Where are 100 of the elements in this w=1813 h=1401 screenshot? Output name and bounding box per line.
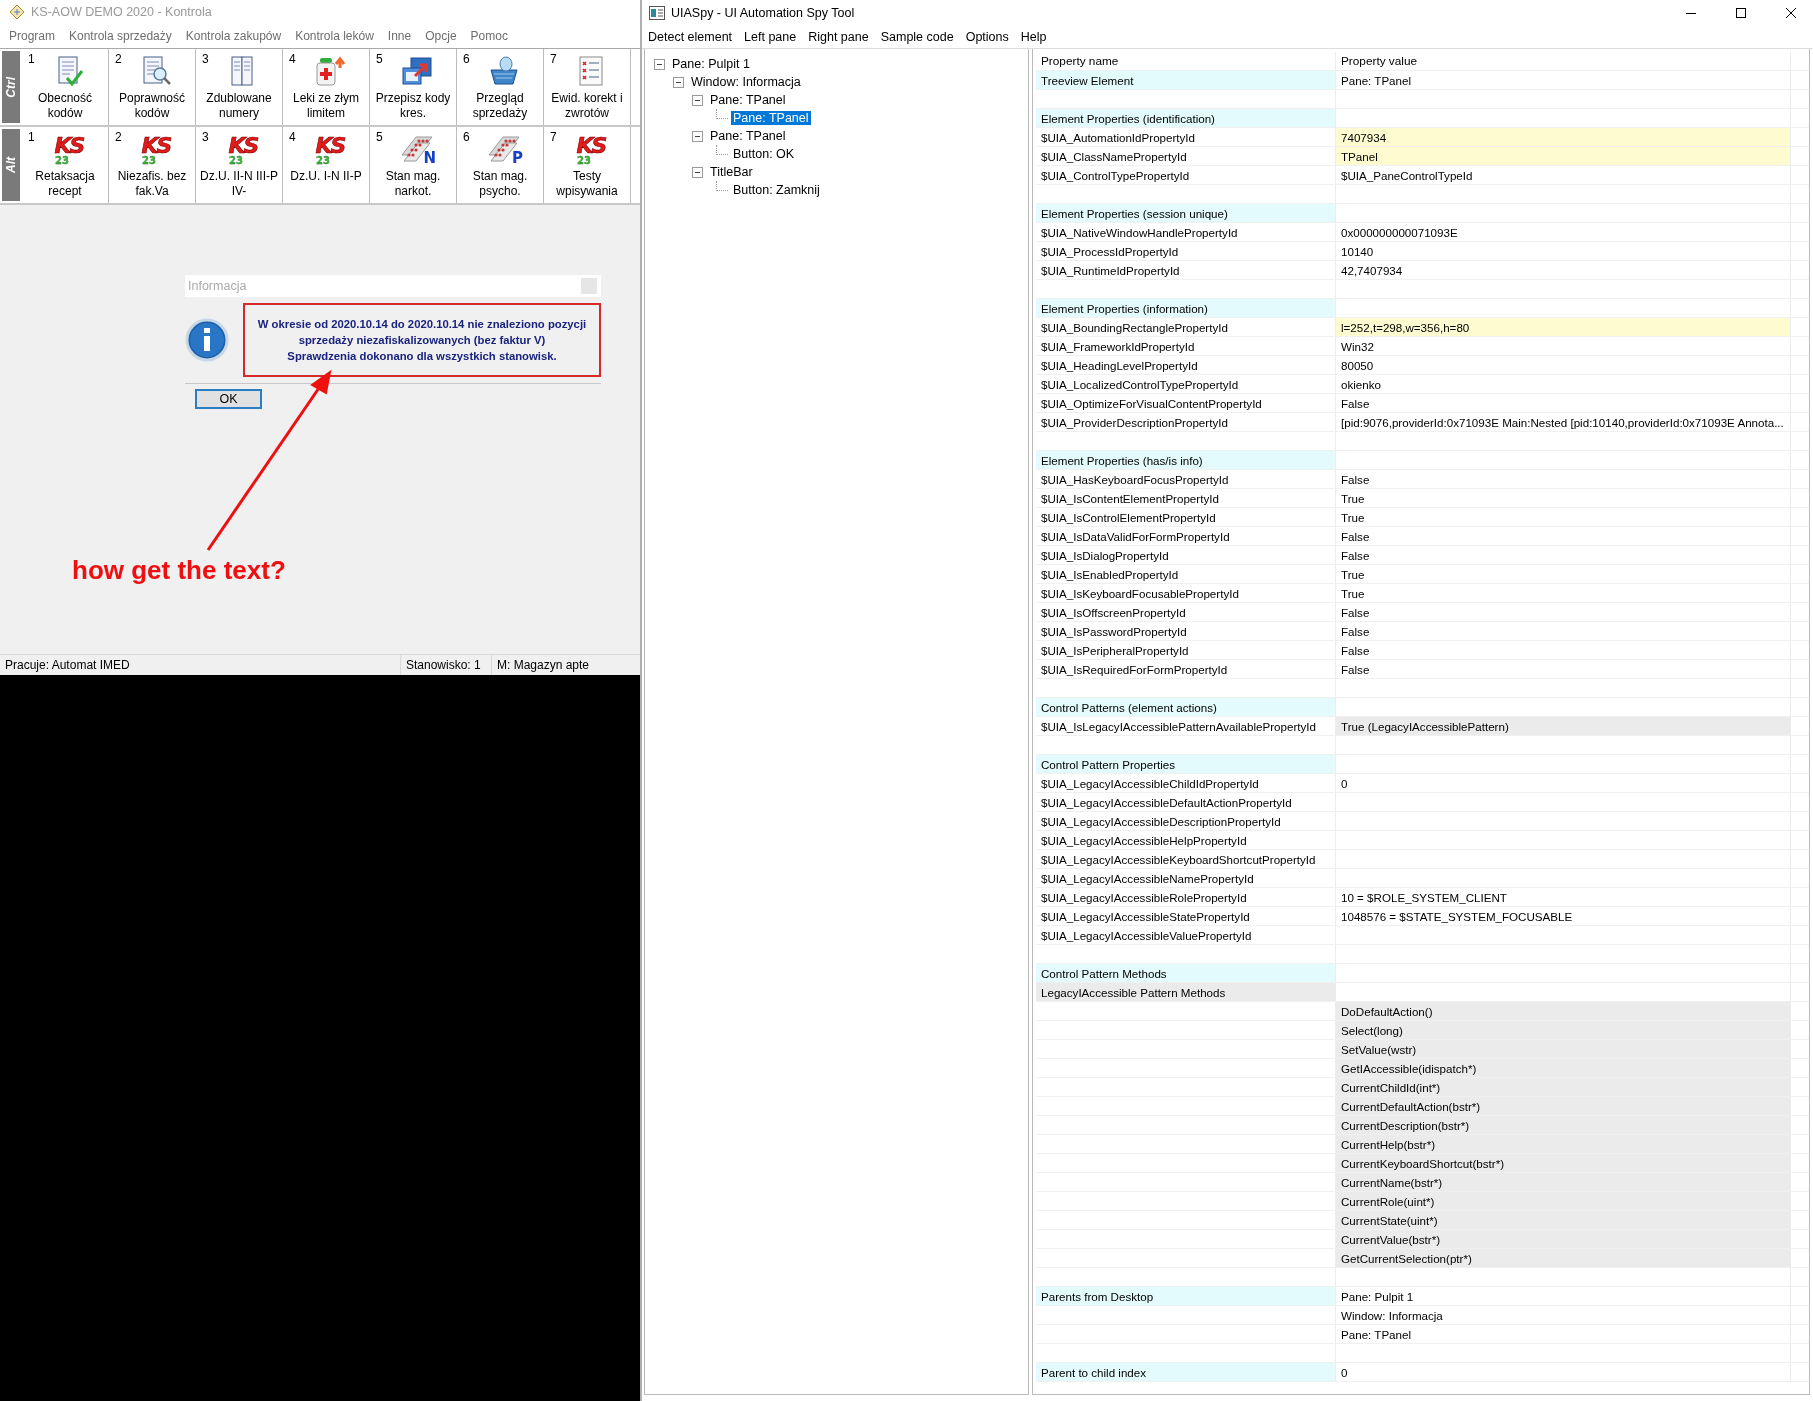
property-name: $UIA_LegacyIAccessibleChildIdPropertyId [1036, 774, 1336, 792]
section-header: Element Properties (has/is info) [1036, 451, 1336, 469]
logo-number: 23 [229, 154, 243, 166]
message-text: Sprawdzenia dokonano dla wszystkich stanowisk. [287, 349, 557, 364]
shortcut-number: 2 [115, 130, 122, 144]
property-value: 80050 [1336, 356, 1791, 374]
menu-item[interactable]: Left pane [738, 30, 803, 44]
ok-button[interactable]: OK [195, 389, 262, 409]
property-name: $UIA_IsDataValidForFormPropertyId [1036, 527, 1336, 545]
property-value: False [1336, 641, 1791, 659]
property-name: $UIA_IsKeyboardFocusablePropertyId [1036, 584, 1336, 602]
menu-item[interactable]: Kontrola zakupów [178, 29, 289, 43]
column-header[interactable]: Property name [1036, 52, 1336, 70]
property-value: False [1336, 660, 1791, 678]
shortcut-number: 3 [202, 52, 209, 66]
shortcut-number: 3 [202, 130, 209, 144]
property-value: Win32 [1336, 337, 1791, 355]
tree-item[interactable]: Window: Informacja [689, 75, 803, 89]
property-name: $UIA_LegacyIAccessibleDefaultActionPropertyId [1036, 793, 1336, 811]
property-value: True (LegacyIAccessiblePattern) [1336, 717, 1791, 735]
collapse-toggle[interactable] [654, 58, 665, 70]
section-header: Element Properties (session unique) [1036, 204, 1336, 222]
shortcut-number: 6 [463, 52, 470, 66]
icon-letter: N [423, 149, 436, 167]
menu-item[interactable]: Inne [380, 29, 419, 43]
method-name: Select(long) [1336, 1021, 1791, 1039]
menu-item[interactable]: Sample code [874, 30, 960, 44]
menu-item[interactable]: Kontrola leków [288, 29, 381, 43]
shortcut-number: 5 [376, 130, 383, 144]
method-name: CurrentState(uint*) [1336, 1211, 1791, 1229]
collapse-toggle[interactable] [673, 76, 684, 88]
tree-item[interactable]: TitleBar [708, 165, 755, 179]
method-name: SetValue(wstr) [1336, 1040, 1791, 1058]
info-icon [185, 318, 229, 362]
property-name: $UIA_LegacyIAccessibleHelpPropertyId [1036, 831, 1336, 849]
method-name: CurrentDescription(bstr*) [1336, 1116, 1791, 1134]
menu-item[interactable]: Detect element [642, 30, 739, 44]
section-header: Control Pattern Properties [1036, 755, 1336, 773]
pills-icon [487, 133, 521, 165]
property-name: $UIA_RuntimeIdPropertyId [1036, 261, 1336, 279]
property-name: $UIA_IsPeripheralPropertyId [1036, 641, 1336, 659]
shortcut-number: 1 [28, 52, 35, 66]
property-name: $UIA_IsContentElementPropertyId [1036, 489, 1336, 507]
property-value: False [1336, 470, 1791, 488]
property-name: $UIA_HeadingLevelPropertyId [1036, 356, 1336, 374]
method-name: CurrentName(bstr*) [1336, 1173, 1791, 1191]
shortcut-number: 1 [28, 130, 35, 144]
basket-icon [488, 56, 520, 86]
shortcut-number: 6 [463, 130, 470, 144]
menu-item[interactable]: Kontrola sprzedaży [62, 29, 179, 43]
method-name: CurrentChildId(int*) [1336, 1078, 1791, 1096]
method-name: GetIAccessible(idispatch*) [1336, 1059, 1791, 1077]
property-value: Window: Informacja [1336, 1306, 1791, 1324]
menu-item[interactable]: Opcje [418, 29, 464, 43]
tree-item[interactable]: Pane: Pulpit 1 [670, 57, 752, 71]
menu-item[interactable]: Options [959, 30, 1015, 44]
logo-number: 23 [316, 154, 330, 166]
section-header: Parent to child index [1036, 1363, 1336, 1381]
shortcut-number: 7 [550, 52, 557, 66]
collapse-toggle[interactable] [692, 130, 703, 142]
message-text: W okresie od 2020.10.14 do 2020.10.14 nie znaleziono pozycji [257, 317, 587, 332]
collapse-toggle[interactable] [692, 94, 703, 106]
property-name: $UIA_IsRequiredForFormPropertyId [1036, 660, 1336, 678]
property-value: 10140 [1336, 242, 1791, 260]
method-name: CurrentKeyboardShortcut(bstr*) [1336, 1154, 1791, 1172]
property-value: Pane: Pulpit 1 [1336, 1287, 1791, 1305]
menu-item[interactable]: Right pane [802, 30, 875, 44]
section-header: Control Patterns (element actions) [1036, 698, 1336, 716]
property-name: $UIA_ProcessIdPropertyId [1036, 242, 1336, 260]
tree-item[interactable]: Button: Zamknij [731, 183, 822, 197]
shortcut-number: 2 [115, 52, 122, 66]
group-header: LegacyIAccessible Pattern Methods [1036, 983, 1336, 1001]
menu-item[interactable]: Help [1014, 30, 1053, 44]
collapse-toggle[interactable] [692, 166, 703, 178]
icon-letter: P [512, 149, 523, 167]
logo-number: 23 [142, 154, 156, 166]
tree-item[interactable]: Pane: TPanel [731, 111, 811, 125]
message-text: sprzedaży niezafiskalizowanych (bez faktur V) [298, 333, 546, 348]
menu-item[interactable]: Pomoc [463, 29, 515, 43]
property-value: True [1336, 565, 1791, 583]
property-name: $UIA_FrameworkIdPropertyId [1036, 337, 1336, 355]
property-value: Pane: TPanel [1336, 1325, 1791, 1343]
property-value: False [1336, 603, 1791, 621]
tree-item[interactable]: Pane: TPanel [708, 93, 788, 107]
shortcut-number: 4 [289, 52, 296, 66]
property-name: $UIA_LegacyIAccessibleRolePropertyId [1036, 888, 1336, 906]
property-name: $UIA_LegacyIAccessibleDescriptionPropertyId [1036, 812, 1336, 830]
tree-item[interactable]: Pane: TPanel [708, 129, 788, 143]
property-value: False [1336, 394, 1791, 412]
tree-item[interactable]: Button: OK [731, 147, 797, 161]
property-value: 0x000000000071093E [1336, 223, 1791, 241]
property-value: Pane: TPanel [1336, 71, 1791, 89]
property-name: $UIA_IsOffscreenPropertyId [1036, 603, 1336, 621]
property-name: $UIA_ProviderDescriptionPropertyId [1036, 413, 1336, 431]
modifier-label: Alt [4, 157, 18, 173]
column-header[interactable]: Property value [1336, 52, 1791, 70]
section-header: Element Properties (identification) [1036, 109, 1336, 127]
method-name: CurrentRole(uint*) [1336, 1192, 1791, 1210]
property-name: $UIA_LocalizedControlTypePropertyId [1036, 375, 1336, 393]
menu-item[interactable]: Program [2, 29, 62, 43]
